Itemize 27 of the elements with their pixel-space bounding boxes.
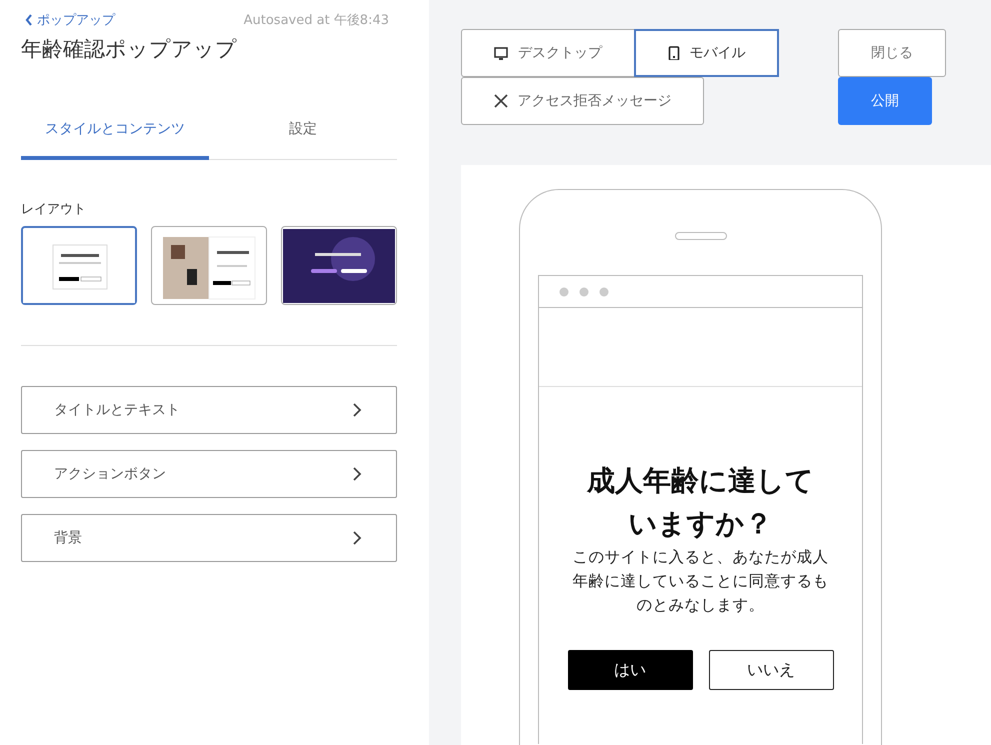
autosave-status: Autosaved at 午後8:43 xyxy=(244,12,389,29)
chevron-right-icon xyxy=(352,402,362,418)
popup-text: このサイトに入ると、あなたが成人年齢に達していることに同意するものとみなします。 xyxy=(572,547,830,616)
section-button[interactable]: タイトルとテキスト xyxy=(21,386,397,434)
publish-button[interactable]: 公開 xyxy=(838,77,932,125)
yes-button[interactable]: はい xyxy=(568,650,692,690)
section-button[interactable]: 背景 xyxy=(21,514,397,562)
view-mode-button[interactable]: モバイル xyxy=(634,29,779,77)
close-icon xyxy=(494,94,508,108)
back-link[interactable]: ポップアップ xyxy=(24,11,115,29)
window-dots-icon xyxy=(559,286,609,296)
popup-heading: 成人年齢に達していますか？ xyxy=(586,463,815,542)
page-title: 年齢確認ポップアップ xyxy=(21,36,238,63)
monitor-icon xyxy=(494,46,508,60)
chevron-left-icon xyxy=(24,13,33,27)
section-button[interactable]: アクションボタン xyxy=(21,450,397,498)
close-button[interactable]: 閉じる xyxy=(838,29,946,77)
no-button[interactable]: いいえ xyxy=(708,650,834,690)
tab[interactable]: スタイルとコンテンツ xyxy=(21,101,209,160)
view-mode-button[interactable]: アクセス拒否メッセージ xyxy=(461,76,704,124)
chevron-right-icon xyxy=(352,530,362,546)
phone-icon xyxy=(668,46,680,60)
speaker-slot xyxy=(674,232,726,240)
view-mode-button[interactable]: デスクトップ xyxy=(461,29,634,77)
tab[interactable]: 設定 xyxy=(209,101,397,160)
section-label: レイアウト xyxy=(21,201,87,218)
chevron-right-icon xyxy=(352,466,362,482)
